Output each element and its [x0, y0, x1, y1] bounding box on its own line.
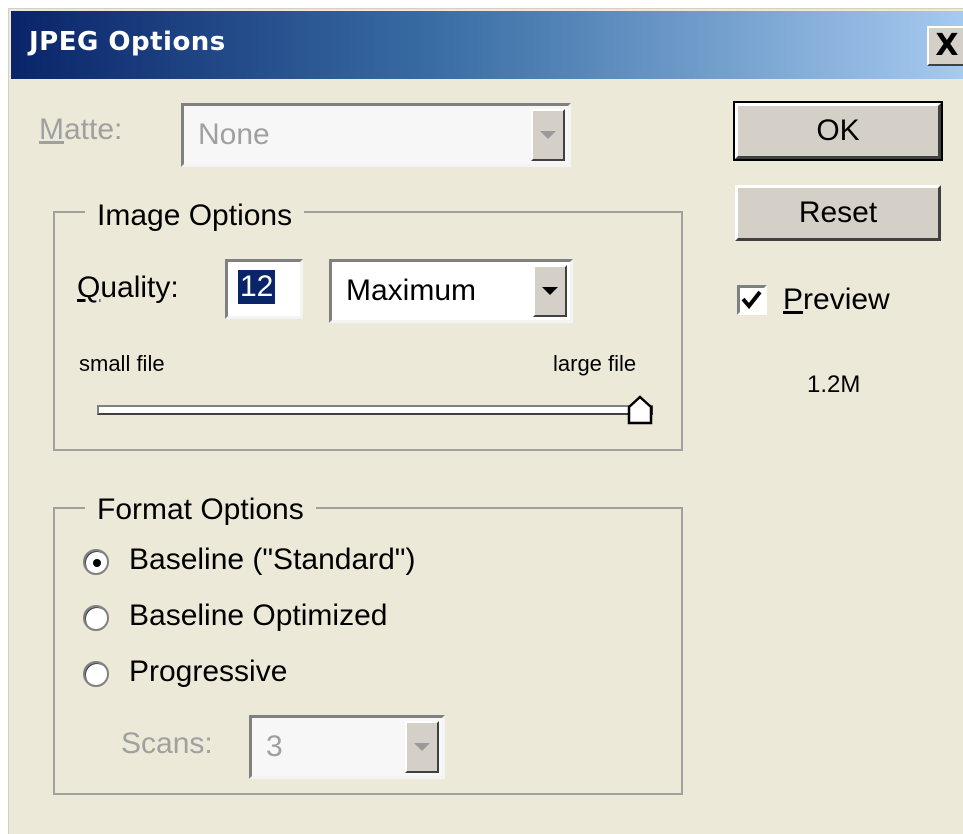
ok-button[interactable]: OK: [733, 101, 943, 161]
matte-label-mnemonic: M: [39, 113, 64, 146]
close-icon: X: [935, 28, 959, 63]
radio-dot: [93, 559, 101, 567]
title-bar[interactable]: JPEG Options X: [11, 11, 963, 79]
preview-checkbox[interactable]: [737, 285, 767, 315]
quality-slider-track[interactable]: [97, 405, 653, 415]
scans-select-arrow-button[interactable]: [405, 721, 439, 773]
matte-label-rest: atte:: [64, 113, 123, 146]
quality-preset-arrow-button[interactable]: [533, 265, 567, 317]
jpeg-options-dialog: JPEG Options X Matte: None Image Options…: [8, 8, 963, 834]
radio-label-baseline-optimized[interactable]: Baseline Optimized: [129, 599, 387, 633]
radio-baseline-standard[interactable]: [83, 549, 109, 575]
matte-select-value: None: [198, 118, 270, 151]
quality-label-rest: uality:: [100, 271, 179, 304]
format-options-title: Format Options: [85, 493, 316, 527]
preview-label-mnemonic: P: [783, 283, 804, 316]
quality-input-value: 12: [238, 270, 276, 304]
scans-label: Scans:: [121, 727, 213, 760]
image-options-title: Image Options: [85, 199, 305, 233]
matte-label: Matte:: [39, 113, 122, 147]
image-options-group: [53, 211, 683, 451]
checkmark-icon: [741, 290, 762, 310]
slider-min-label: small file: [79, 351, 165, 376]
chevron-down-icon: [414, 743, 430, 751]
quality-preset-value: Maximum: [346, 274, 477, 307]
chevron-down-icon: [542, 287, 558, 295]
radio-label-progressive[interactable]: Progressive: [129, 655, 287, 689]
chevron-down-icon: [540, 131, 556, 139]
quality-slider-thumb[interactable]: [627, 395, 653, 425]
file-size-readout: 1.2M: [807, 371, 861, 398]
close-button[interactable]: X: [927, 26, 963, 66]
preview-label[interactable]: Preview: [783, 283, 890, 317]
quality-preset-select[interactable]: Maximum: [329, 259, 573, 323]
quality-slider-fill: [99, 407, 651, 413]
matte-select-arrow-button[interactable]: [531, 109, 565, 161]
radio-progressive[interactable]: [83, 661, 109, 687]
quality-input[interactable]: 12: [225, 259, 303, 319]
radio-label-baseline-standard[interactable]: Baseline ("Standard"): [129, 543, 415, 577]
preview-label-rest: review: [803, 283, 890, 316]
window-title: JPEG Options: [29, 27, 226, 57]
matte-select[interactable]: None: [181, 103, 571, 167]
quality-label: Quality:: [77, 271, 179, 305]
scans-select[interactable]: 3: [249, 715, 445, 779]
radio-baseline-optimized[interactable]: [83, 605, 109, 631]
quality-label-mnemonic: Q: [77, 271, 101, 304]
reset-button[interactable]: Reset: [735, 185, 941, 241]
scans-select-value: 3: [266, 730, 283, 763]
slider-max-label: large file: [553, 351, 637, 376]
